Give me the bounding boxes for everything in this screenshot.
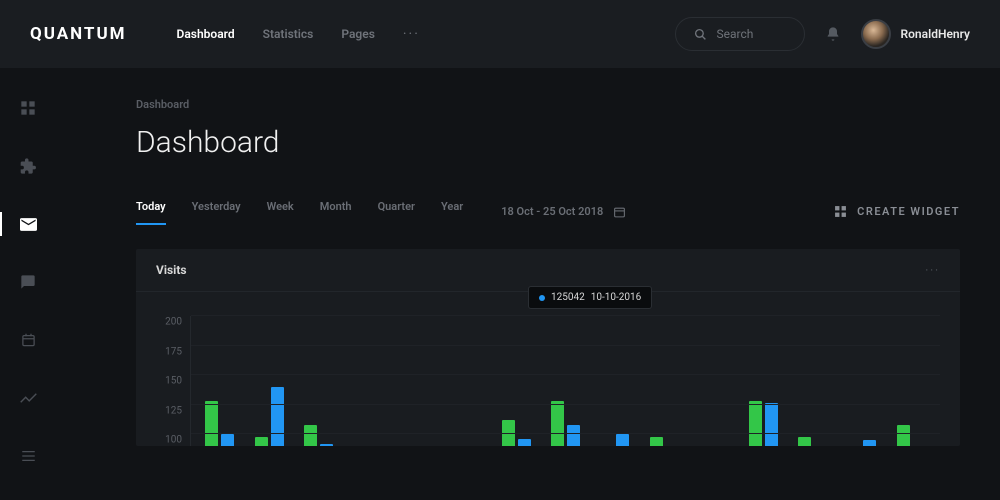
- filter-yesterday[interactable]: Yesterday: [192, 200, 241, 223]
- chart-tooltip: 125042 10-10-2016: [528, 286, 652, 309]
- grid-line: [191, 315, 940, 316]
- user-menu[interactable]: RonaldHenry: [861, 19, 970, 49]
- grid-icon: [20, 100, 36, 116]
- bar-green: [650, 437, 663, 446]
- bar-group: [543, 401, 588, 446]
- bar-group: [592, 434, 637, 446]
- main-content: Dashboard Dashboard Today Yesterday Week…: [56, 68, 1000, 500]
- top-nav: Dashboard Statistics Pages ···: [177, 26, 420, 42]
- widget-icon: [834, 205, 847, 218]
- filter-week[interactable]: Week: [267, 200, 294, 223]
- bar-green: [798, 437, 811, 446]
- menu-icon: [21, 450, 36, 462]
- bar-blue: [765, 403, 778, 446]
- chart-y-axis: 200 175 150 125 100: [156, 316, 190, 446]
- search-input[interactable]: Search: [675, 17, 805, 51]
- trending-icon: [20, 392, 37, 404]
- bar-blue: [320, 444, 333, 446]
- bar-blue: [567, 425, 580, 446]
- bar-blue: [616, 434, 629, 446]
- bar-group: [246, 387, 291, 446]
- puzzle-icon: [20, 158, 37, 175]
- breadcrumb: Dashboard: [136, 98, 960, 111]
- search-icon: [694, 28, 707, 41]
- bar-green: [551, 401, 564, 446]
- topbar-right: Search RonaldHenry: [675, 17, 970, 51]
- sidebar-menu[interactable]: [0, 440, 56, 472]
- y-tick: 200: [165, 317, 182, 328]
- create-widget-label: CREATE WIDGET: [857, 205, 960, 218]
- bar-group: [790, 437, 835, 446]
- card-more-button[interactable]: ···: [925, 264, 940, 277]
- grid-line: [191, 433, 940, 434]
- notifications-button[interactable]: [825, 26, 841, 42]
- tooltip-dot-icon: [539, 295, 545, 301]
- filter-quarter[interactable]: Quarter: [378, 200, 415, 223]
- brand-logo: QUANTUM: [30, 24, 127, 44]
- time-filter-tabs: Today Yesterday Week Month Quarter Year: [136, 200, 463, 223]
- topbar: QUANTUM Dashboard Statistics Pages ··· S…: [0, 0, 1000, 68]
- grid-line: [191, 345, 940, 346]
- tooltip-date: 10-10-2016: [591, 292, 642, 303]
- page-title: Dashboard: [136, 125, 960, 160]
- chat-icon: [20, 274, 36, 290]
- sidebar: [0, 68, 56, 500]
- nav-dashboard[interactable]: Dashboard: [177, 27, 235, 41]
- y-tick: 150: [165, 376, 182, 387]
- sidebar-mail[interactable]: [0, 208, 56, 240]
- bar-blue: [221, 434, 234, 446]
- filter-row: Today Yesterday Week Month Quarter Year …: [136, 200, 960, 223]
- filter-month[interactable]: Month: [320, 200, 352, 223]
- bar-green: [255, 437, 268, 446]
- mail-icon: [20, 218, 37, 231]
- chart-bars: [191, 316, 940, 446]
- create-widget-button[interactable]: CREATE WIDGET: [834, 205, 960, 218]
- calendar-icon: [613, 205, 626, 219]
- card-body: 125042 10-10-2016 200 175 150 125 100: [136, 292, 960, 446]
- bar-blue: [863, 440, 876, 446]
- bell-icon: [825, 26, 841, 42]
- bar-group: [642, 437, 687, 446]
- y-tick: 175: [165, 346, 182, 357]
- filter-today[interactable]: Today: [136, 200, 166, 223]
- sidebar-calendar[interactable]: [0, 324, 56, 356]
- card-title: Visits: [156, 263, 187, 277]
- nav-pages[interactable]: Pages: [341, 27, 375, 41]
- nav-statistics[interactable]: Statistics: [263, 27, 314, 41]
- bar-group: [296, 425, 341, 446]
- bar-green: [749, 401, 762, 446]
- bar-green: [897, 425, 910, 446]
- filter-year[interactable]: Year: [441, 200, 463, 223]
- username: RonaldHenry: [901, 27, 970, 41]
- bar-group: [197, 401, 242, 446]
- y-tick: 125: [165, 405, 182, 416]
- y-tick: 100: [165, 435, 182, 446]
- bar-group: [740, 401, 785, 446]
- grid-line: [191, 404, 940, 405]
- sidebar-chat[interactable]: [0, 266, 56, 298]
- bar-blue: [518, 439, 531, 446]
- avatar: [861, 19, 891, 49]
- visits-card: Visits ··· 125042 10-10-2016 20017515012…: [136, 249, 960, 446]
- grid-line: [191, 374, 940, 375]
- sidebar-dashboard[interactable]: [0, 92, 56, 124]
- date-range-picker[interactable]: 18 Oct - 25 Oct 2018: [501, 205, 626, 219]
- bar-green: [304, 425, 317, 446]
- date-range-label: 18 Oct - 25 Oct 2018: [501, 205, 603, 218]
- sidebar-analytics[interactable]: [0, 382, 56, 414]
- search-placeholder: Search: [717, 27, 754, 41]
- visits-chart: 200 175 150 125 100: [156, 316, 940, 446]
- tooltip-value: 125042: [551, 292, 585, 303]
- calendar-icon: [21, 332, 36, 348]
- chart-plot-area: [190, 316, 940, 446]
- bar-group: [889, 425, 934, 446]
- bar-blue: [271, 387, 284, 446]
- sidebar-extensions[interactable]: [0, 150, 56, 182]
- nav-more[interactable]: ···: [403, 26, 420, 42]
- bar-group: [839, 440, 884, 446]
- bar-green: [205, 401, 218, 446]
